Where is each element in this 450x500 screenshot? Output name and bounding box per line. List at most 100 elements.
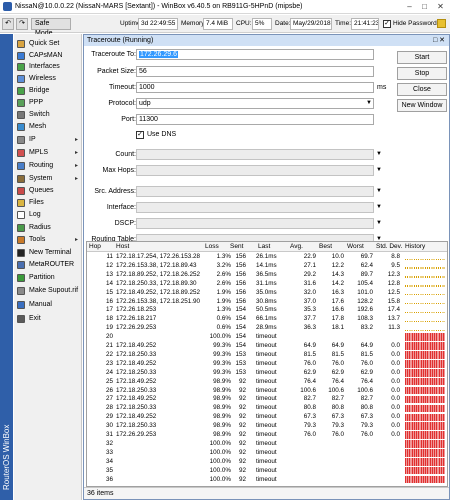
- protocol-select[interactable]: udp: [136, 98, 374, 109]
- table-row[interactable]: 15 172.18.49.252, 172.18.89.252 1.9% 156 35.…: [87, 289, 447, 297]
- column-header-best[interactable]: Best: [319, 243, 332, 250]
- column-header-history[interactable]: History: [405, 243, 425, 250]
- table-row[interactable]: 16 172.26.153.38, 172.18.251.90 1.9% 156 30.…: [87, 297, 447, 306]
- sidebar-item-manual[interactable]: Manual: [14, 299, 82, 311]
- new-window-button[interactable]: New Window: [397, 99, 447, 112]
- sidebar-item-make-supout-rif[interactable]: Make Supout.rif: [14, 285, 82, 297]
- safe-mode-button[interactable]: Safe Mode: [31, 18, 71, 37]
- table-row[interactable]: 11 172.18.17.254, 172.26.153.28 1.3% 156 26.…: [87, 253, 447, 261]
- table-row[interactable]: 20 100.0% 154 timeout: [87, 333, 447, 341]
- sidebar-item-interfaces[interactable]: Interfaces: [14, 61, 82, 73]
- hide-passwords-checkbox[interactable]: ✓: [383, 20, 391, 28]
- sidebar-item-queues[interactable]: Queues: [14, 185, 82, 197]
- sidebar-item-ip[interactable]: IP ▸: [14, 134, 82, 146]
- interface-input[interactable]: [136, 202, 374, 213]
- column-header-last[interactable]: Last: [258, 243, 270, 250]
- column-header-loss[interactable]: Loss: [205, 243, 219, 250]
- column-header-avg[interactable]: Avg.: [290, 243, 303, 250]
- sidebar-item-label: MPLS: [29, 149, 49, 156]
- table-row[interactable]: 30 172.18.250.33 98.9% 92 timeout 79.3 79.3 79.…: [87, 422, 447, 430]
- table-row[interactable]: 25 172.18.49.252 98.9% 92 timeout 76.4 76.4 76.…: [87, 378, 447, 386]
- back-icon[interactable]: ↶: [2, 18, 14, 30]
- close-icon[interactable]: ✕: [435, 2, 446, 12]
- chevron-down-icon[interactable]: ▼: [374, 149, 384, 160]
- table-row[interactable]: 26 172.18.250.33 98.9% 92 timeout 100.6 100.6 1…: [87, 387, 447, 395]
- sidebar-item-mpls[interactable]: MPLS ▸: [14, 147, 82, 159]
- table-row[interactable]: 27 172.18.49.252 98.9% 92 timeout 82.7 82.7 82.…: [87, 395, 447, 404]
- column-header-worst[interactable]: Worst: [347, 243, 364, 250]
- cell-std: 0.0: [391, 413, 400, 421]
- sidebar-item-ppp[interactable]: PPP: [14, 97, 82, 109]
- sidebar-item-label: Tools: [29, 236, 46, 243]
- cell-loss: 0.6%: [216, 324, 231, 332]
- table-row[interactable]: 31 172.26.29.253 98.9% 92 timeout 76.0 76.0 76.…: [87, 431, 447, 439]
- table-row[interactable]: 35 100.0% 92 timeout: [87, 467, 447, 475]
- chevron-down-icon[interactable]: ▼: [374, 186, 384, 197]
- table-row[interactable]: 12 172.26.153.38, 172.18.89.43 3.2% 156 14.1…: [87, 262, 447, 270]
- sidebar-item-mesh[interactable]: Mesh: [14, 121, 82, 133]
- port-label: Port:: [121, 116, 136, 123]
- sidebar-item-partition[interactable]: Partition: [14, 272, 82, 284]
- history-sparkline: [405, 303, 445, 305]
- table-row[interactable]: 13 172.18.89.252, 172.18.26.252 2.6% 156 36.…: [87, 271, 447, 279]
- close-window-icon[interactable]: □ ✕: [433, 35, 445, 46]
- table-row[interactable]: 29 172.18.49.252 98.9% 92 timeout 67.3 67.3 67.…: [87, 413, 447, 422]
- table-row[interactable]: 28 172.18.250.33 98.9% 92 timeout 80.8 80.8 80.…: [87, 404, 447, 413]
- sidebar-item-switch[interactable]: Switch: [14, 109, 82, 121]
- forward-icon[interactable]: ↷: [16, 18, 28, 30]
- table-row[interactable]: 14 172.18.250.33, 172.18.89.30 2.6% 156 31.1…: [87, 280, 447, 288]
- sidebar-item-radius[interactable]: Radius: [14, 222, 82, 234]
- port-input[interactable]: 11300: [136, 114, 374, 125]
- table-row[interactable]: 24 172.18.250.33 99.3% 153 timeout 62.9 62.9 62…: [87, 368, 447, 377]
- column-header-sent[interactable]: Sent: [230, 243, 243, 250]
- table-row[interactable]: 36 100.0% 92 timeout: [87, 476, 447, 484]
- column-header-hop[interactable]: Hop: [89, 243, 101, 250]
- sidebar-item-bridge[interactable]: Bridge: [14, 85, 82, 97]
- chevron-down-icon[interactable]: ▼: [374, 165, 384, 176]
- maximize-icon[interactable]: □: [419, 2, 430, 12]
- sidebar-item-tools[interactable]: Tools ▸: [14, 234, 82, 246]
- minimize-icon[interactable]: –: [404, 2, 415, 12]
- window-title: NissaN@10.0.0.22 (NissaN-MARS [Sextant])…: [15, 3, 303, 10]
- close-button[interactable]: Close: [397, 83, 447, 96]
- cell-last: 28.9ms: [256, 324, 277, 332]
- packet-size-input[interactable]: 56: [136, 66, 374, 77]
- start-button[interactable]: Start: [397, 51, 447, 64]
- traceroute-to-input[interactable]: 172.26.29.6: [136, 49, 374, 60]
- timeout-input[interactable]: 1000: [136, 82, 374, 93]
- table-row[interactable]: 34 100.0% 92 timeout: [87, 458, 447, 466]
- column-header-std-dev[interactable]: Std. Dev.: [376, 243, 402, 250]
- sidebar-item-wireless[interactable]: Wireless: [14, 73, 82, 85]
- table-row[interactable]: 17 172.26.18.253 1.3% 154 50.5ms 35.3 16.6 192.…: [87, 306, 447, 314]
- sidebar-item-files[interactable]: Files: [14, 197, 82, 209]
- cell-host: 172.26.18.217: [116, 315, 157, 323]
- sidebar-item-exit[interactable]: Exit: [14, 313, 82, 325]
- table-row[interactable]: 21 172.18.49.252 99.3% 154 timeout 64.9 64.9 64…: [87, 342, 447, 350]
- sidebar-item-new-terminal[interactable]: New Terminal: [14, 247, 82, 259]
- sidebar-item-system[interactable]: System ▸: [14, 173, 82, 185]
- chevron-down-icon[interactable]: ▼: [364, 98, 374, 109]
- max-hops-input[interactable]: [136, 165, 374, 176]
- sidebar-item-routing[interactable]: Routing ▸: [14, 160, 82, 172]
- dscp-input[interactable]: [136, 218, 374, 229]
- table-row[interactable]: 32 100.0% 92 timeout: [87, 440, 447, 448]
- sidebar-item-metarouter[interactable]: MetaROUTER: [14, 259, 82, 271]
- count-input[interactable]: [136, 149, 374, 160]
- cpu-label: CPU:: [236, 20, 252, 27]
- use-dns-checkbox[interactable]: ✓: [136, 131, 144, 139]
- table-row[interactable]: 19 172.26.29.253 0.6% 154 28.9ms 36.3 18.1 83.2…: [87, 324, 447, 332]
- chevron-down-icon[interactable]: ▼: [374, 218, 384, 229]
- sidebar-item-quick-set[interactable]: Quick Set: [14, 38, 82, 50]
- table-row[interactable]: 22 172.18.250.33 99.3% 153 timeout 81.5 81.5 81…: [87, 351, 447, 359]
- table-row[interactable]: 33 100.0% 92 timeout: [87, 449, 447, 457]
- column-header-host[interactable]: Host: [116, 243, 129, 250]
- cell-loss: 1.9%: [216, 297, 231, 305]
- stop-button[interactable]: Stop: [397, 67, 447, 80]
- chevron-down-icon[interactable]: ▼: [374, 202, 384, 213]
- src-address-input[interactable]: [136, 186, 374, 197]
- table-row[interactable]: 23 172.18.49.252 99.3% 153 timeout 76.0 76.0 76…: [87, 360, 447, 368]
- table-row[interactable]: 18 172.26.18.217 0.6% 154 66.1ms 37.7 17.8 108.…: [87, 315, 447, 323]
- cell-hop: 24: [105, 368, 113, 376]
- sidebar-item-label: Files: [29, 199, 44, 206]
- sidebar-item-log[interactable]: Log: [14, 209, 82, 221]
